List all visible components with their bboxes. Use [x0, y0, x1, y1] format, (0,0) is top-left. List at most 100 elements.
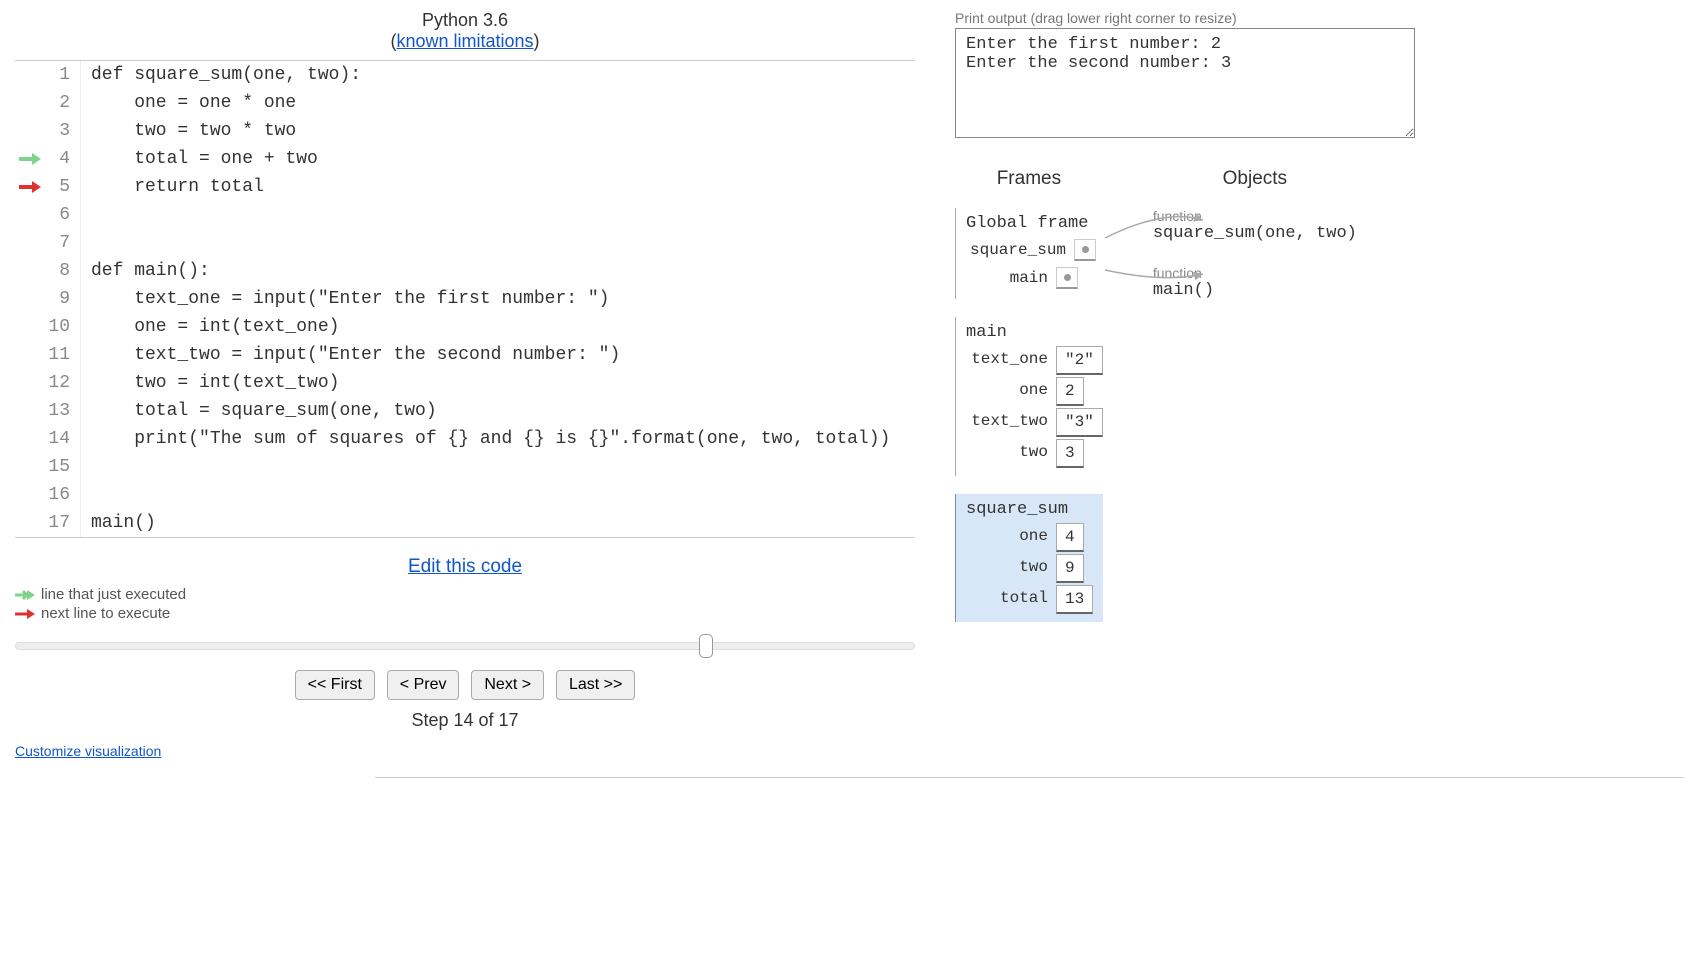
object-type-label: function	[1153, 265, 1357, 281]
code-line: 6	[15, 201, 915, 229]
variable-value: "2"	[1056, 346, 1103, 375]
code-text: def square_sum(one, two):	[81, 61, 915, 89]
code-text: one = int(text_one)	[81, 313, 915, 341]
variable-value: 3	[1056, 439, 1084, 468]
code-text: one = one * one	[81, 89, 915, 117]
variable-row: main	[966, 265, 1103, 291]
variable-row: one4	[966, 523, 1103, 552]
frame-title: main	[966, 323, 1103, 342]
code-text	[81, 201, 915, 229]
variable-name: square_sum	[966, 237, 1074, 263]
legend: line that just executed next line to exe…	[15, 586, 915, 622]
variable-name: one	[966, 377, 1056, 406]
footer-divider	[375, 777, 1684, 778]
line-number: 13	[45, 397, 81, 425]
code-text	[81, 453, 915, 481]
code-text	[81, 229, 915, 257]
code-text: def main():	[81, 257, 915, 285]
code-text: total = square_sum(one, two)	[81, 397, 915, 425]
line-number: 14	[45, 425, 81, 453]
code-text: text_two = input("Enter the second numbe…	[81, 341, 915, 369]
pointer-icon	[1056, 267, 1078, 289]
code-line: 11 text_two = input("Enter the second nu…	[15, 341, 915, 369]
code-text: main()	[81, 509, 915, 537]
arrow-next-icon	[19, 180, 41, 194]
legend-next-label: next line to execute	[41, 605, 170, 622]
customize-visualization-link[interactable]: Customize visualization	[15, 743, 161, 759]
edit-code-link[interactable]: Edit this code	[408, 556, 522, 577]
variable-row: one2	[966, 377, 1103, 406]
variable-row: two9	[966, 554, 1103, 583]
line-number: 5	[45, 173, 81, 201]
variable-row: text_one"2"	[966, 346, 1103, 375]
last-button[interactable]: Last >>	[556, 670, 635, 700]
code-line: 7	[15, 229, 915, 257]
line-number: 6	[45, 201, 81, 229]
line-number: 1	[45, 61, 81, 89]
frame-box: Global frame square_summain	[955, 208, 1103, 299]
code-line: 4 total = one + two	[15, 145, 915, 173]
variable-name: two	[966, 554, 1056, 583]
variable-value: "3"	[1056, 408, 1103, 437]
next-button[interactable]: Next >	[471, 670, 544, 700]
variable-row: square_sum	[966, 237, 1103, 263]
code-text: total = one + two	[81, 145, 915, 173]
frame-box: square_sumone4two9total13	[955, 494, 1103, 622]
object-repr: main()	[1153, 281, 1357, 300]
line-number: 7	[45, 229, 81, 257]
arrow-prev-icon	[15, 589, 35, 601]
line-number: 10	[45, 313, 81, 341]
frame-title: square_sum	[966, 500, 1103, 519]
code-line: 17main()	[15, 509, 915, 537]
variable-name: two	[966, 439, 1056, 468]
arrow-prev-icon	[19, 152, 41, 166]
code-text: text_one = input("Enter the first number…	[81, 285, 915, 313]
step-slider[interactable]	[15, 634, 915, 658]
code-editor: 1def square_sum(one, two):2 one = one * …	[15, 60, 915, 538]
code-line: 1def square_sum(one, two):	[15, 61, 915, 89]
code-header: Python 3.6 (known limitations)	[15, 10, 915, 52]
code-text	[81, 481, 915, 509]
first-button[interactable]: << First	[295, 670, 375, 700]
frame-title: Global frame	[966, 214, 1103, 233]
code-text: print("The sum of squares of {} and {} i…	[81, 425, 915, 453]
line-number: 11	[45, 341, 81, 369]
variable-name: text_one	[966, 346, 1056, 375]
legend-prev-label: line that just executed	[41, 586, 186, 603]
output-box[interactable]: Enter the first number: 2 Enter the seco…	[955, 28, 1415, 138]
code-line: 8def main():	[15, 257, 915, 285]
code-line: 13 total = square_sum(one, two)	[15, 397, 915, 425]
objects-header: Objects	[1153, 168, 1357, 190]
line-number: 3	[45, 117, 81, 145]
variable-value: 4	[1056, 523, 1084, 552]
code-line: 5 return total	[15, 173, 915, 201]
variable-name: one	[966, 523, 1056, 552]
variable-name: total	[966, 585, 1056, 614]
object-repr: square_sum(one, two)	[1153, 224, 1357, 243]
frames-header: Frames	[955, 168, 1103, 190]
prev-button[interactable]: < Prev	[387, 670, 460, 700]
arrow-next-icon	[15, 608, 35, 620]
line-number: 12	[45, 369, 81, 397]
variable-value: 9	[1056, 554, 1084, 583]
code-line: 2 one = one * one	[15, 89, 915, 117]
variable-row: two3	[966, 439, 1103, 468]
line-number: 8	[45, 257, 81, 285]
code-line: 12 two = int(text_two)	[15, 369, 915, 397]
variable-row: text_two"3"	[966, 408, 1103, 437]
code-line: 14 print("The sum of squares of {} and {…	[15, 425, 915, 453]
code-line: 16	[15, 481, 915, 509]
variable-value: 13	[1056, 585, 1093, 614]
frame-box: main text_one"2"one2text_two"3"two3	[955, 317, 1103, 476]
known-limitations-link[interactable]: known limitations	[396, 31, 533, 51]
line-number: 2	[45, 89, 81, 117]
slider-thumb[interactable]	[699, 634, 713, 658]
variable-row: total13	[966, 585, 1103, 614]
code-text: two = int(text_two)	[81, 369, 915, 397]
line-number: 17	[45, 509, 81, 537]
step-indicator: Step 14 of 17	[15, 710, 915, 731]
code-text: two = two * two	[81, 117, 915, 145]
variable-name: text_two	[966, 408, 1056, 437]
code-line: 3 two = two * two	[15, 117, 915, 145]
code-line: 10 one = int(text_one)	[15, 313, 915, 341]
